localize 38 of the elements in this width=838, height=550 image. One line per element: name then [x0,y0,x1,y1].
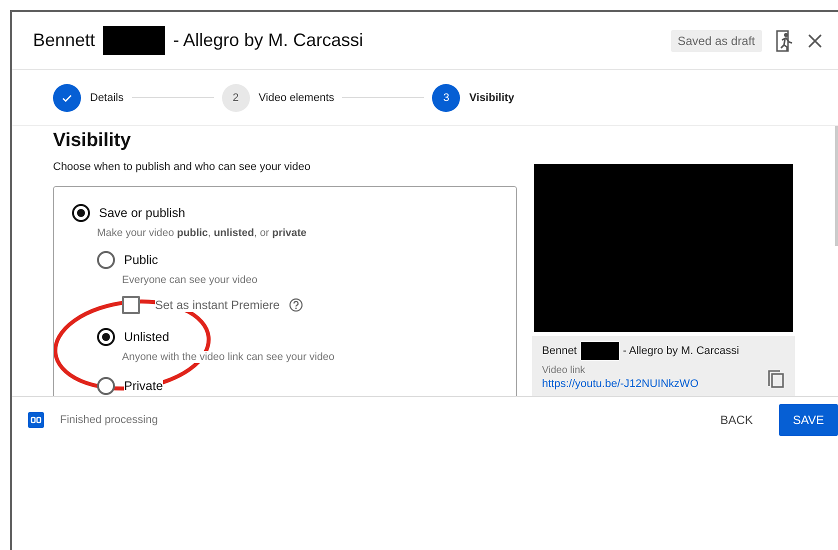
video-link[interactable]: https://youtu.be/-J12NUINkzWO [542,378,698,390]
section-heading: Visibility [53,130,132,152]
save-button[interactable]: SAVE [778,404,838,436]
processing-status: Finished processing [60,414,158,426]
section-subtitle: Choose when to publish and who can see your video [53,161,312,173]
radio-button[interactable] [97,251,115,269]
option-label: Unlisted [124,330,170,344]
option-label: Private [124,379,163,393]
back-button[interactable]: BACK [706,404,767,436]
copy-icon[interactable] [767,368,785,388]
radio-button[interactable] [97,377,115,395]
checkbox-label: Set as instant Premiere [155,298,280,312]
step-label[interactable]: Video elements [258,92,334,104]
option-description: Everyone can see your video [122,274,258,286]
radio-button[interactable] [72,204,90,222]
scrollbar[interactable] [835,126,838,246]
video-title: Bennet [542,345,577,357]
option-description: Make your video public, unlisted, or private [97,227,307,239]
sd-quality-icon [28,412,44,428]
checkbox[interactable] [122,296,140,314]
redaction-block [580,342,619,360]
help-icon[interactable] [288,298,303,312]
dialog-title: Bennett [33,30,96,51]
radio-button[interactable] [97,328,115,346]
step-label[interactable]: Details [90,92,124,104]
redaction-block [103,26,166,55]
video-title: - Allegro by M. Carcassi [622,345,740,357]
step-label[interactable]: Visibility [469,92,514,104]
option-label: Public [124,253,158,267]
option-label: Save or publish [99,206,186,220]
dialog-title: - Allegro by M. Carcassi [173,30,364,51]
step-indicator: 3 [432,84,460,112]
option-description: Anyone with the video link can see your video [122,351,334,363]
step-indicator: 2 [222,84,250,112]
link-label: Video link [542,365,586,376]
close-icon[interactable] [808,34,822,48]
feedback-icon[interactable] [776,30,794,52]
draft-status-badge: Saved as draft [670,30,762,52]
